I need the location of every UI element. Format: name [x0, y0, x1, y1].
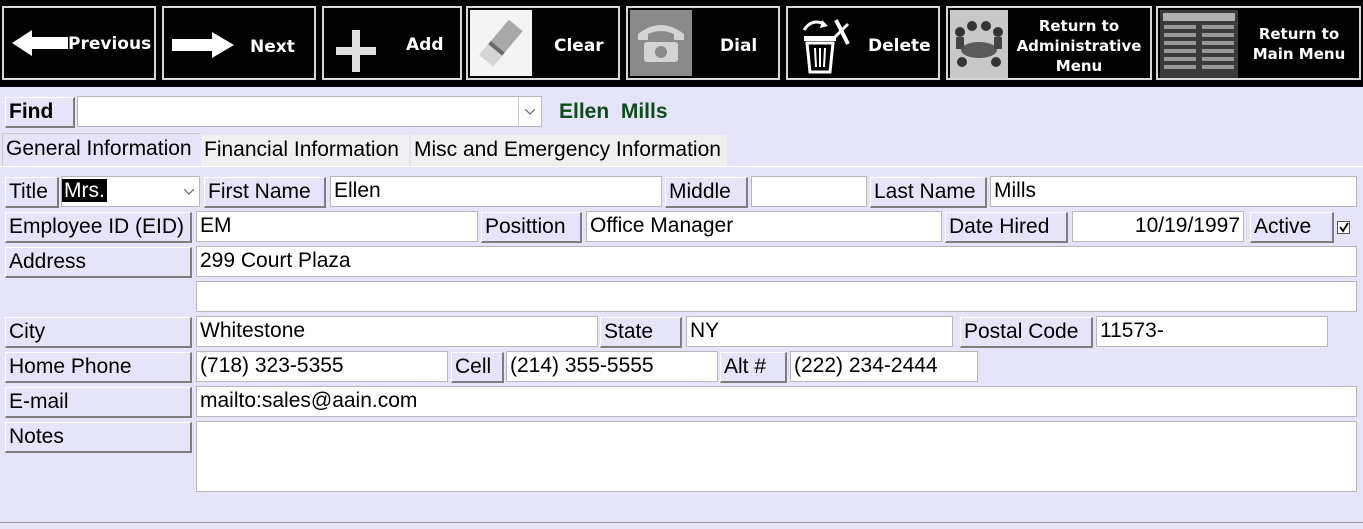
notes-field[interactable] [196, 421, 1357, 492]
telephone-icon [630, 10, 692, 76]
middle-field[interactable] [751, 176, 867, 207]
state-field[interactable]: NY [686, 316, 953, 347]
address-label: Address [5, 247, 192, 278]
next-label: Next [250, 37, 295, 57]
address-line2-field[interactable] [196, 281, 1357, 312]
return-admin-label: Return to Administrative Menu [1016, 17, 1142, 75]
plus-icon [336, 30, 376, 72]
eraser-icon [470, 10, 532, 76]
delete-label: Delete [868, 36, 931, 56]
return-main-button[interactable]: Return to Main Menu [1156, 6, 1361, 80]
alt-phone-field[interactable]: (222) 234-2444 [790, 351, 978, 382]
find-combobox[interactable] [77, 96, 542, 127]
tab-misc-emergency-information[interactable]: Misc and Emergency Information [411, 135, 727, 166]
dial-label: Dial [720, 36, 758, 56]
active-label: Active [1250, 212, 1334, 243]
dial-button[interactable]: Dial [626, 6, 780, 80]
tab-general-information[interactable]: General Information [2, 133, 200, 166]
arrow-right-icon [172, 32, 234, 58]
delete-button[interactable]: Delete [786, 6, 940, 80]
arrow-left-icon [12, 30, 68, 56]
address-line1-field[interactable]: 299 Court Plaza [196, 246, 1357, 277]
tab-divider [0, 166, 1363, 167]
add-label: Add [406, 35, 444, 55]
cell-field[interactable]: (214) 355-5555 [506, 351, 718, 382]
return-admin-button[interactable]: Return to Administrative Menu [946, 6, 1152, 80]
trash-icon [802, 19, 850, 74]
toolbar: Previous Next Add Clear Dial Delete Retu… [0, 0, 1363, 87]
alt-phone-label: Alt # [720, 352, 787, 383]
checkmark-icon [1339, 222, 1349, 233]
tab-financial-information[interactable]: Financial Information [201, 135, 409, 166]
date-hired-field[interactable]: 10/19/1997 [1072, 211, 1244, 242]
position-label: Posittion [481, 212, 582, 243]
chevron-down-icon[interactable] [518, 97, 541, 126]
state-label: State [600, 317, 682, 348]
meeting-icon [950, 10, 1008, 78]
clear-button[interactable]: Clear [466, 6, 620, 80]
title-select[interactable]: Mrs. [61, 176, 200, 207]
first-name-field[interactable]: Ellen [330, 176, 662, 207]
position-field[interactable]: Office Manager [586, 211, 942, 242]
last-name-label: Last Name [870, 177, 987, 208]
previous-label: Previous [68, 34, 152, 54]
notes-label: Notes [5, 422, 192, 453]
email-field[interactable]: mailto:sales@aain.com [196, 386, 1357, 417]
first-name-label: First Name [204, 177, 326, 208]
current-employee-name: Ellen Mills [559, 100, 668, 123]
city-field[interactable]: Whitestone [196, 316, 598, 347]
title-label: Title [5, 177, 59, 208]
middle-label: Middle [665, 177, 748, 208]
postal-code-label: Postal Code [960, 317, 1093, 348]
menu-screenshot-icon [1160, 10, 1238, 78]
home-phone-field[interactable]: (718) 323-5355 [196, 351, 448, 382]
add-button[interactable]: Add [322, 6, 462, 80]
postal-code-field[interactable]: 11573- [1096, 316, 1328, 347]
home-phone-label: Home Phone [5, 352, 192, 383]
clear-label: Clear [554, 36, 604, 56]
city-label: City [5, 317, 192, 348]
active-checkbox[interactable] [1337, 221, 1350, 234]
cell-label: Cell [451, 352, 504, 383]
email-label: E-mail [5, 387, 192, 418]
last-name-field[interactable]: Mills [990, 176, 1357, 207]
date-hired-label: Date Hired [945, 212, 1068, 243]
title-value: Mrs. [62, 179, 107, 202]
return-main-label: Return to Main Menu [1252, 25, 1346, 63]
next-button[interactable]: Next [162, 6, 316, 80]
form-bottom-divider [0, 522, 1363, 523]
find-label: Find [5, 97, 75, 128]
previous-button[interactable]: Previous [2, 6, 156, 80]
eid-field[interactable]: EM [196, 211, 478, 242]
chevron-down-icon[interactable] [179, 177, 199, 206]
eid-label: Employee ID (EID) [5, 212, 192, 243]
